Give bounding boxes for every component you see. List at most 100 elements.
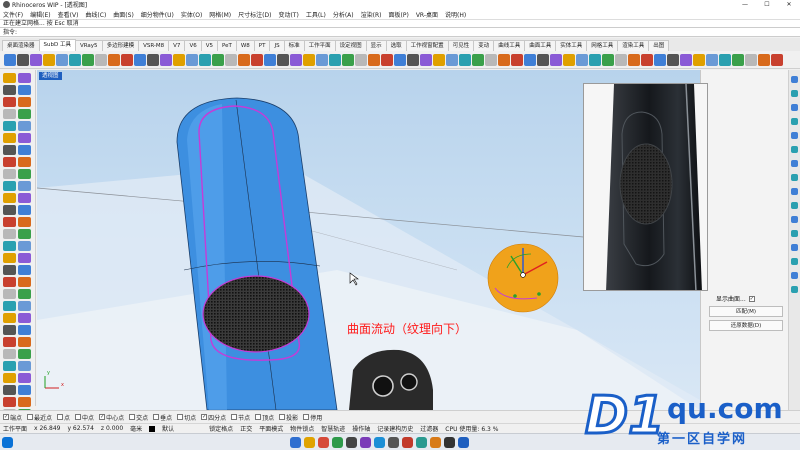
menu-item[interactable]: VR-桌面: [416, 10, 438, 19]
plugin-tab[interactable]: 多边形建模: [101, 40, 140, 51]
smarttrack-toggle[interactable]: 智慧轨迹: [321, 424, 345, 433]
left-tool-icon[interactable]: [18, 121, 31, 131]
left-tool-icon[interactable]: [3, 73, 16, 83]
osnap-checkbox[interactable]: [303, 414, 310, 420]
left-tool-icon[interactable]: [18, 97, 31, 107]
left-tool-icon[interactable]: [18, 73, 31, 83]
planar-toggle[interactable]: 平面模式: [259, 424, 283, 433]
toolbar-tool-icon[interactable]: [381, 53, 393, 66]
left-tool-icon[interactable]: [3, 301, 16, 311]
toolbar-tool-icon[interactable]: [238, 53, 250, 66]
osnap-toggle[interactable]: 物件锁点: [290, 424, 314, 433]
osnap-option[interactable]: 节点: [231, 413, 250, 422]
left-tool-icon[interactable]: [18, 289, 31, 299]
menu-item[interactable]: 查看(V): [58, 10, 79, 19]
left-tool-icon[interactable]: [3, 289, 16, 299]
gumball-toggle[interactable]: 操作轴: [352, 424, 370, 433]
lock-grid-toggle[interactable]: 锁定格点: [209, 424, 233, 433]
toolbar-tool-icon[interactable]: [693, 53, 705, 66]
left-tool-icon[interactable]: [18, 217, 31, 227]
toolbar-tool-icon[interactable]: [4, 53, 16, 66]
record-history-toggle[interactable]: 记录建构历史: [377, 424, 413, 433]
toolbar-tool-icon[interactable]: [732, 53, 744, 66]
panel-tab-icon[interactable]: [791, 132, 798, 139]
left-tool-icon[interactable]: [18, 133, 31, 143]
toolbar-tool-icon[interactable]: [160, 53, 172, 66]
taskbar-app-icon[interactable]: [402, 437, 413, 448]
menu-item[interactable]: 渲染(R): [361, 10, 382, 19]
left-tool-icon[interactable]: [18, 85, 31, 95]
left-tool-icon[interactable]: [3, 397, 16, 407]
osnap-option[interactable]: 交点: [129, 413, 148, 422]
osnap-checkbox[interactable]: ✓: [201, 414, 208, 420]
left-tool-icon[interactable]: [3, 373, 16, 383]
osnap-option[interactable]: ✓ 四分点: [201, 413, 226, 422]
toolbar-tool-icon[interactable]: [121, 53, 133, 66]
toolbar-tool-icon[interactable]: [56, 53, 68, 66]
osnap-option[interactable]: 垂点: [153, 413, 172, 422]
toolbar-tool-icon[interactable]: [680, 53, 692, 66]
left-tool-icon[interactable]: [18, 301, 31, 311]
taskbar-app-icon[interactable]: [346, 437, 357, 448]
menu-item[interactable]: 编辑(E): [30, 10, 50, 19]
left-tool-icon[interactable]: [18, 385, 31, 395]
toolbar-tool-icon[interactable]: [446, 53, 458, 66]
osnap-checkbox[interactable]: [231, 414, 238, 420]
plugin-tab[interactable]: V5: [200, 40, 218, 51]
toolbar-tool-icon[interactable]: [537, 53, 549, 66]
toolbar-tool-icon[interactable]: [615, 53, 627, 66]
panel-tab-icon[interactable]: [791, 104, 798, 111]
left-tool-icon[interactable]: [18, 265, 31, 275]
minimize-button[interactable]: —: [734, 1, 756, 8]
plugin-tab[interactable]: VSR-M8: [138, 40, 170, 51]
taskbar-app-icon[interactable]: [458, 437, 469, 448]
menu-item[interactable]: 曲面(S): [113, 10, 134, 19]
osnap-option[interactable]: ✓ 端点: [3, 413, 22, 422]
toolbar-tool-icon[interactable]: [316, 53, 328, 66]
taskbar-app-icon[interactable]: [388, 437, 399, 448]
toolbar-tool-icon[interactable]: [43, 53, 55, 66]
toolbar-tool-icon[interactable]: [589, 53, 601, 66]
toolbar-tool-icon[interactable]: [368, 53, 380, 66]
toolbar-tool-icon[interactable]: [550, 53, 562, 66]
osnap-checkbox[interactable]: [279, 414, 286, 420]
toolbar-tab[interactable]: 变动: [473, 40, 495, 51]
toolbar-tool-icon[interactable]: [511, 53, 523, 66]
status-layer[interactable]: 默认: [162, 424, 202, 433]
left-tool-icon[interactable]: [3, 97, 16, 107]
panel-tab-icon[interactable]: [791, 188, 798, 195]
left-tool-icon[interactable]: [18, 337, 31, 347]
left-tool-icon[interactable]: [18, 361, 31, 371]
left-tool-icon[interactable]: [3, 265, 16, 275]
left-tool-icon[interactable]: [3, 325, 16, 335]
osnap-checkbox[interactable]: [57, 414, 64, 420]
panel-tab-icon[interactable]: [791, 230, 798, 237]
toolbar-tab[interactable]: 设定视图: [334, 40, 367, 51]
osnap-option[interactable]: 切点: [177, 413, 196, 422]
osnap-checkbox[interactable]: [129, 414, 136, 420]
toolbar-tool-icon[interactable]: [303, 53, 315, 66]
toolbar-tab[interactable]: 出图: [648, 40, 670, 51]
viewport-title[interactable]: 透视图: [39, 72, 62, 80]
ortho-toggle[interactable]: 正交: [240, 424, 252, 433]
toolbar-tab[interactable]: 选取: [385, 40, 407, 51]
toolbar-tool-icon[interactable]: [82, 53, 94, 66]
osnap-option[interactable]: 顶点: [255, 413, 274, 422]
plugin-tab[interactable]: JS: [269, 40, 285, 51]
left-tool-icon[interactable]: [18, 169, 31, 179]
left-tool-icon[interactable]: [3, 241, 16, 251]
menu-item[interactable]: 说明(H): [445, 10, 466, 19]
taskbar-app-icon[interactable]: [430, 437, 441, 448]
toolbar-tab[interactable]: 实体工具: [555, 40, 588, 51]
menu-item[interactable]: 面板(P): [389, 10, 409, 19]
panel-tab-icon[interactable]: [791, 258, 798, 265]
toolbar-tab[interactable]: 网格工具: [586, 40, 619, 51]
toolbar-tool-icon[interactable]: [641, 53, 653, 66]
left-tool-icon[interactable]: [3, 193, 16, 203]
menu-item[interactable]: 细分物件(U): [141, 10, 174, 19]
toolbar-tool-icon[interactable]: [342, 53, 354, 66]
left-tool-icon[interactable]: [3, 157, 16, 167]
left-tool-icon[interactable]: [3, 181, 16, 191]
osnap-option[interactable]: ✓ 中心点: [99, 413, 124, 422]
taskbar-app-icon[interactable]: [304, 437, 315, 448]
